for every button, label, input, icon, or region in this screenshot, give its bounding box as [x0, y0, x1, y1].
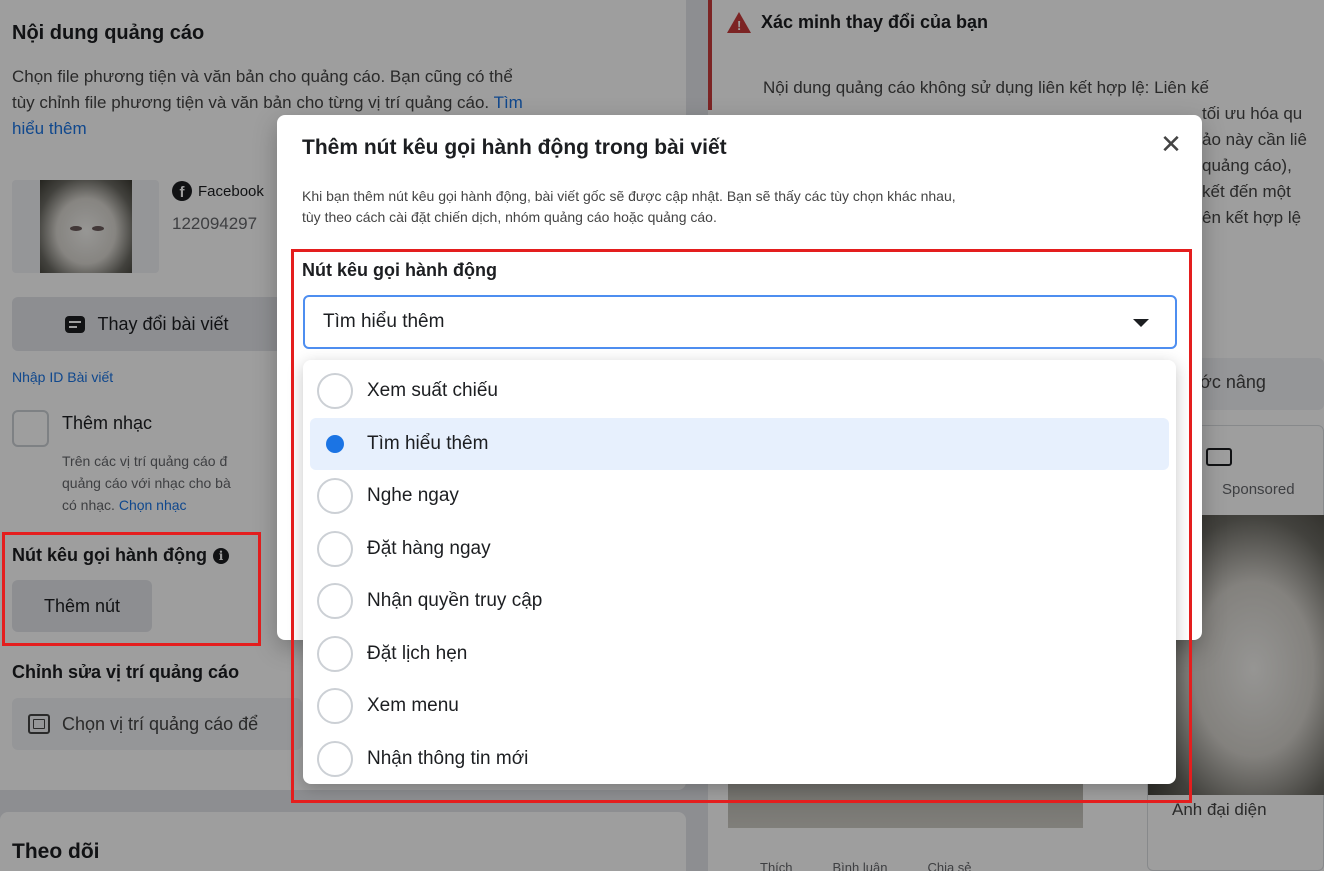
highlight-box-cta-dropdown: [291, 249, 1192, 803]
close-icon[interactable]: ✕: [1157, 130, 1185, 160]
modal-title: Thêm nút kêu gọi hành động trong bài viế…: [302, 136, 727, 159]
modal-description: Khi bạn thêm nút kêu gọi hành động, bài …: [302, 188, 956, 225]
highlight-box-cta-section: [2, 532, 261, 646]
